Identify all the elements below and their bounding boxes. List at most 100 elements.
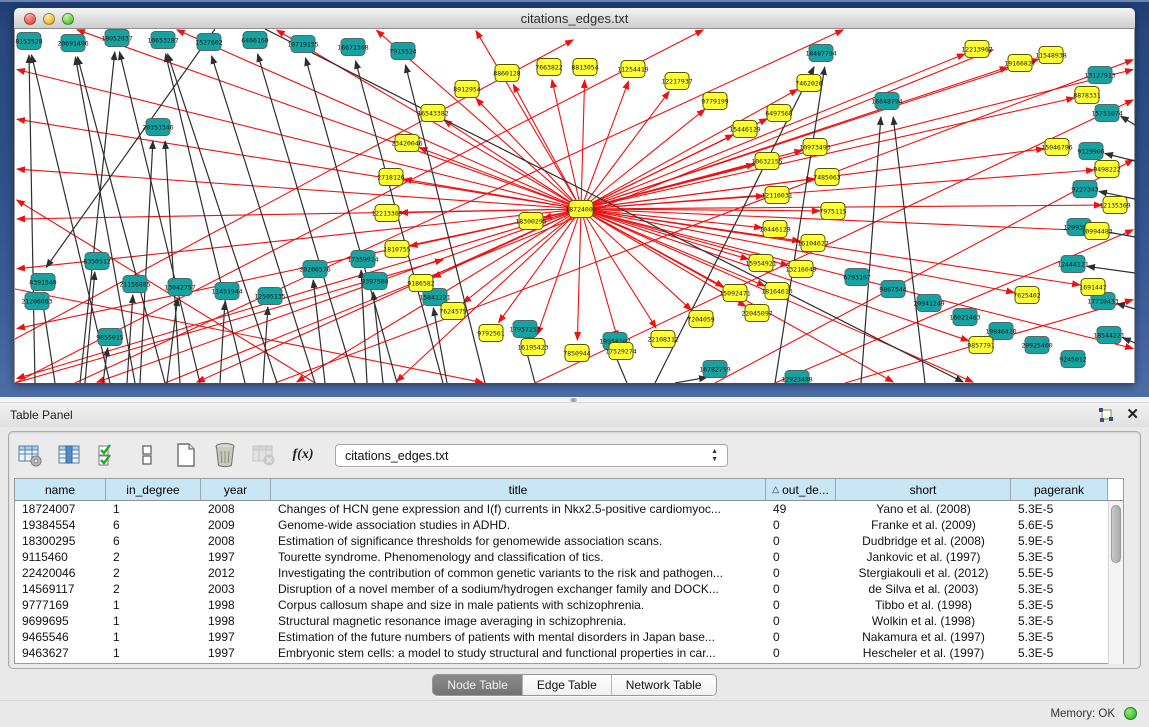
table-cell[interactable]: 19384554 [15, 517, 106, 533]
graph-node[interactable]: 9129966 [1077, 143, 1104, 160]
table-cell[interactable]: Corpus callosum shape and size in male p… [271, 597, 766, 613]
graph-node[interactable]: 18544221 [1093, 327, 1124, 344]
graph-node[interactable]: 10719155 [287, 36, 318, 53]
table-cell[interactable]: 1 [106, 613, 201, 629]
graph-node[interactable]: 1527602 [195, 34, 222, 51]
table-cell[interactable]: 0 [766, 581, 836, 597]
graph-edge[interactable] [675, 377, 707, 383]
scrollbar-thumb[interactable] [1111, 505, 1121, 563]
graph-node[interactable]: 7975115 [819, 203, 846, 220]
table-cell[interactable]: 22420046 [15, 565, 106, 581]
graph-edge[interactable] [258, 54, 355, 383]
graph-node[interactable]: 18724007 [565, 201, 596, 218]
column-header-short[interactable]: short [836, 479, 1011, 500]
column-header-in_degree[interactable]: in_degree [106, 479, 201, 500]
graph-node[interactable]: 17529274 [605, 343, 636, 360]
graph-node[interactable]: 8391540 [29, 274, 56, 291]
graph-node[interactable]: 12923488 [781, 371, 812, 384]
graph-node[interactable]: 9855015 [96, 329, 123, 346]
graph-node[interactable]: 11548938 [1035, 47, 1066, 64]
table-cell[interactable]: Embryonic stem cells: a model to study s… [271, 645, 766, 661]
graph-node[interactable]: 13216049 [785, 261, 816, 278]
graph-edge[interactable] [1117, 304, 1135, 309]
table-cell[interactable]: Nakamura et al. (1997) [836, 629, 1011, 645]
table-cell[interactable]: 18300295 [15, 533, 106, 549]
graph-node[interactable]: 16021463 [949, 309, 980, 326]
table-cell[interactable]: 0 [766, 565, 836, 581]
column-header-name[interactable]: name [15, 479, 106, 500]
graph-node[interactable]: 21206063 [21, 293, 52, 310]
graph-node[interactable]: 7462026 [795, 75, 822, 92]
table-cell[interactable]: Stergiakouli et al. (2012) [836, 565, 1011, 581]
graph-node[interactable]: 20206576 [299, 261, 330, 278]
table-row[interactable]: 911546021997Tourette syndrome. Phenomeno… [15, 549, 1123, 565]
graph-node[interactable]: 7485063 [813, 169, 840, 186]
table-cell[interactable]: Changes of HCN gene expression and I(f) … [271, 501, 766, 517]
graph-node[interactable]: 22108312 [647, 331, 678, 348]
graph-node[interactable]: 8912954 [453, 81, 480, 98]
table-vertical-scrollbar[interactable] [1108, 501, 1123, 664]
table-cell[interactable]: 2012 [201, 565, 271, 581]
graph-edge[interactable] [1121, 116, 1135, 125]
graph-node[interactable]: 20691406 [57, 35, 88, 52]
table-cell[interactable]: 1 [106, 501, 201, 517]
delete-column-icon[interactable] [212, 442, 238, 468]
table-cell[interactable]: 1998 [201, 597, 271, 613]
function-builder-icon[interactable]: f(x) [290, 442, 316, 468]
table-row[interactable]: 2242004622012Investigating the contribut… [15, 565, 1123, 581]
graph-node[interactable]: 8350512 [83, 253, 110, 270]
graph-node[interactable]: 16543382 [417, 105, 448, 122]
table-row[interactable]: 977716911998Corpus callosum shape and si… [15, 597, 1123, 613]
table-row[interactable]: 946362711997Embryonic stem cells: a mode… [15, 645, 1123, 661]
graph-edge[interactable] [476, 98, 581, 209]
network-canvas[interactable]: 8153528206914061805203710653287152760264… [14, 29, 1135, 383]
graph-node[interactable]: 20925460 [1021, 337, 1052, 354]
table-selector-dropdown[interactable]: citations_edges.txt ▲▼ [335, 444, 728, 467]
graph-node[interactable]: 9498222 [1093, 161, 1120, 178]
graph-edge[interactable] [581, 98, 1074, 209]
table-cell[interactable]: 14569117 [15, 581, 106, 597]
graph-node[interactable]: 21156885 [119, 276, 150, 293]
window-titlebar[interactable]: citations_edges.txt [14, 8, 1135, 29]
table-cell[interactable]: 5.3E-5 [1011, 645, 1108, 661]
graph-node[interactable]: 10632155 [751, 153, 782, 170]
table-cell[interactable]: 1 [106, 645, 201, 661]
graph-node[interactable]: 17957253 [509, 321, 540, 338]
table-cell[interactable]: 5.3E-5 [1011, 597, 1108, 613]
graph-node[interactable]: 15092471 [719, 285, 750, 302]
table-row[interactable]: 1830029562008Estimation of significance … [15, 533, 1123, 549]
column-header-pagerank[interactable]: pagerank [1011, 479, 1108, 500]
graph-node[interactable]: 7915524 [389, 43, 416, 60]
table-cell[interactable]: 5.5E-5 [1011, 565, 1108, 581]
table-cell[interactable]: 5.3E-5 [1011, 613, 1108, 629]
column-header-year[interactable]: year [201, 479, 271, 500]
table-cell[interactable]: 0 [766, 629, 836, 645]
graph-node[interactable]: 6497568 [765, 105, 792, 122]
graph-node[interactable]: 9867544 [879, 281, 906, 298]
graph-node[interactable]: 18300295 [515, 213, 546, 230]
graph-node[interactable]: 16195423 [517, 339, 548, 356]
graph-edge[interactable] [552, 80, 581, 209]
table-cell[interactable]: 5.3E-5 [1011, 501, 1108, 517]
table-mode-icon[interactable] [17, 442, 43, 468]
graph-edge[interactable] [1087, 266, 1135, 273]
table-cell[interactable]: 1997 [201, 549, 271, 565]
table-cell[interactable]: 5.6E-5 [1011, 517, 1108, 533]
graph-node[interactable]: 1691447 [1079, 279, 1106, 296]
graph-edge[interactable] [537, 209, 581, 335]
table-cell[interactable]: 9777169 [15, 597, 106, 613]
graph-node[interactable]: 8878331 [1073, 87, 1100, 104]
graph-node[interactable]: 13042757 [164, 279, 195, 296]
table-cell[interactable]: 2008 [201, 533, 271, 549]
table-cell[interactable]: 1997 [201, 629, 271, 645]
graph-node[interactable]: 7204059 [687, 311, 714, 328]
graph-node[interactable]: 18052037 [101, 30, 132, 47]
table-cell[interactable]: 2 [106, 549, 201, 565]
table-cell[interactable]: Hescheler et al. (1997) [836, 645, 1011, 661]
close-panel-icon[interactable]: ✕ [1126, 407, 1139, 423]
table-cell[interactable]: 0 [766, 613, 836, 629]
graph-node[interactable]: 20353346 [142, 119, 173, 136]
table-cell[interactable]: 2 [106, 565, 201, 581]
graph-edge[interactable] [893, 117, 925, 383]
graph-node[interactable]: 16104627 [797, 235, 828, 252]
